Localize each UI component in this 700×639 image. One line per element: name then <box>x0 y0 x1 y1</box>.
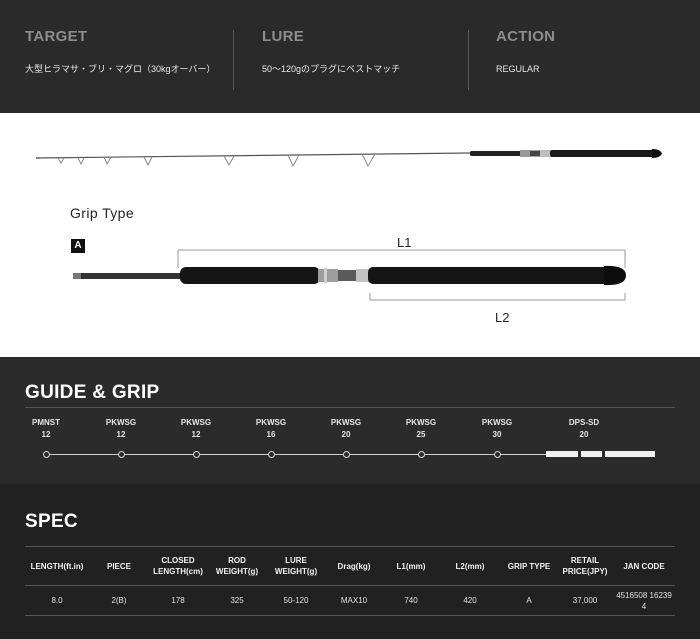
spec-cell: 325 <box>230 596 244 605</box>
guide-name: PKWSG <box>105 418 137 427</box>
grip-segment <box>546 451 578 457</box>
guide-item: PKWSG 12 <box>91 417 151 441</box>
action-header: ACTION <box>496 28 556 45</box>
guide-marker <box>342 451 350 458</box>
l2-label: L2 <box>495 310 510 325</box>
spec-header-cell: PIECE <box>106 561 131 571</box>
spec-cell: 37,000 <box>572 596 598 605</box>
guide-size: 12 <box>41 430 51 439</box>
grip-name: DPS-SD <box>568 418 600 427</box>
divider <box>25 407 675 408</box>
action-value: REGULAR <box>496 64 540 74</box>
target-value: 大型ヒラマサ・ブリ・マグロ（30kgオーバー） <box>25 64 216 74</box>
guide-item: PKWSG 12 <box>166 417 226 441</box>
spec-table: LENGTH(ft.in) PIECE CLOSED LENGTH(cm) RO… <box>25 546 675 616</box>
guide-size: 25 <box>416 430 426 439</box>
spec-header-cell: LURE WEIGHT(g) <box>274 556 318 576</box>
divider <box>233 30 234 90</box>
guide-name: PKWSG <box>405 418 437 427</box>
spec-cell: A <box>526 596 532 605</box>
spec-header-cell: LENGTH(ft.in) <box>30 561 84 571</box>
action-column: ACTION REGULAR <box>496 28 686 90</box>
guide-name: PKWSG <box>481 418 513 427</box>
grip-segment <box>605 451 655 457</box>
guide-size: 12 <box>116 430 126 439</box>
guide-size: 16 <box>266 430 276 439</box>
spec-header-cell: ROD WEIGHT(g) <box>215 556 259 576</box>
guide-item: PKWSG 30 <box>467 417 527 441</box>
guide-grip-title: GUIDE & GRIP <box>25 382 160 403</box>
spec-cell: 420 <box>463 596 477 605</box>
guide-marker <box>417 451 425 458</box>
divider <box>468 30 469 90</box>
lure-column: LURE 50～120gのプラグにベストマッチ <box>262 28 462 90</box>
spec-cell: 178 <box>171 596 185 605</box>
spec-cell: MAX10 <box>340 596 368 605</box>
spec-section: SPEC LENGTH(ft.in) PIECE CLOSED LENGTH(c… <box>0 484 700 639</box>
spec-cell: 4516508 16239 4 <box>616 590 672 611</box>
grip-size: 20 <box>579 430 589 439</box>
lure-value: 50～120gのプラグにベストマッチ <box>262 64 401 74</box>
spec-header-cell: L2(mm) <box>455 561 485 571</box>
target-header: TARGET <box>25 28 88 45</box>
guide-marker <box>192 451 200 458</box>
product-image-band: Grip Type A L1 L2 <box>0 113 700 357</box>
spec-header-cell: RETAIL PRICE(JPY) <box>562 556 608 576</box>
guide-size: 20 <box>341 430 351 439</box>
guide-marker <box>117 451 125 458</box>
guide-item: PKWSG 16 <box>241 417 301 441</box>
l1-label: L1 <box>397 235 412 250</box>
spec-header-cell: L1(mm) <box>396 561 426 571</box>
guide-marker <box>493 451 501 458</box>
guide-marker <box>42 451 50 458</box>
lure-header: LURE <box>262 28 305 45</box>
guide-name: PKWSG <box>180 418 212 427</box>
target-column: TARGET 大型ヒラマサ・ブリ・マグロ（30kgオーバー） <box>25 28 225 90</box>
spec-cell: 2(B) <box>111 596 127 605</box>
spec-header-cell: CLOSED LENGTH(cm) <box>153 556 203 576</box>
spec-cell: 8.0 <box>51 596 63 605</box>
guide-size: 30 <box>492 430 502 439</box>
spec-header-cell: GRIP TYPE <box>507 561 551 571</box>
guide-marker <box>267 451 275 458</box>
spec-header-cell: JAN CODE <box>623 561 665 571</box>
spec-header-cell: Drag(kg) <box>337 561 371 571</box>
guide-name: PMNST <box>32 418 60 427</box>
guide-grip-section: GUIDE & GRIP PMNST 12 PKWSG 12 PKWSG 12 PKW… <box>0 357 700 484</box>
guide-item: PKWSG 25 <box>391 417 451 441</box>
guide-name: PKWSG <box>330 418 362 427</box>
guide-name: PKWSG <box>255 418 287 427</box>
grip-segment <box>581 451 602 457</box>
spec-data-row: 8.0 2(B) 178 325 50-120 MAX10 740 420 A … <box>25 586 675 616</box>
spec-header-row: LENGTH(ft.in) PIECE CLOSED LENGTH(cm) RO… <box>25 546 675 586</box>
grip-illustration <box>73 249 626 301</box>
top-info-band: TARGET 大型ヒラマサ・ブリ・マグロ（30kgオーバー） LURE 50～1… <box>0 0 700 113</box>
guide-size: 12 <box>191 430 201 439</box>
spec-title: SPEC <box>25 511 78 532</box>
spec-cell: 740 <box>404 596 418 605</box>
grip-item: DPS-SD 20 <box>554 417 614 441</box>
guide-item: PMNST 12 <box>16 417 76 441</box>
spec-cell: 50-120 <box>283 596 309 605</box>
guide-item: PKWSG 20 <box>316 417 376 441</box>
